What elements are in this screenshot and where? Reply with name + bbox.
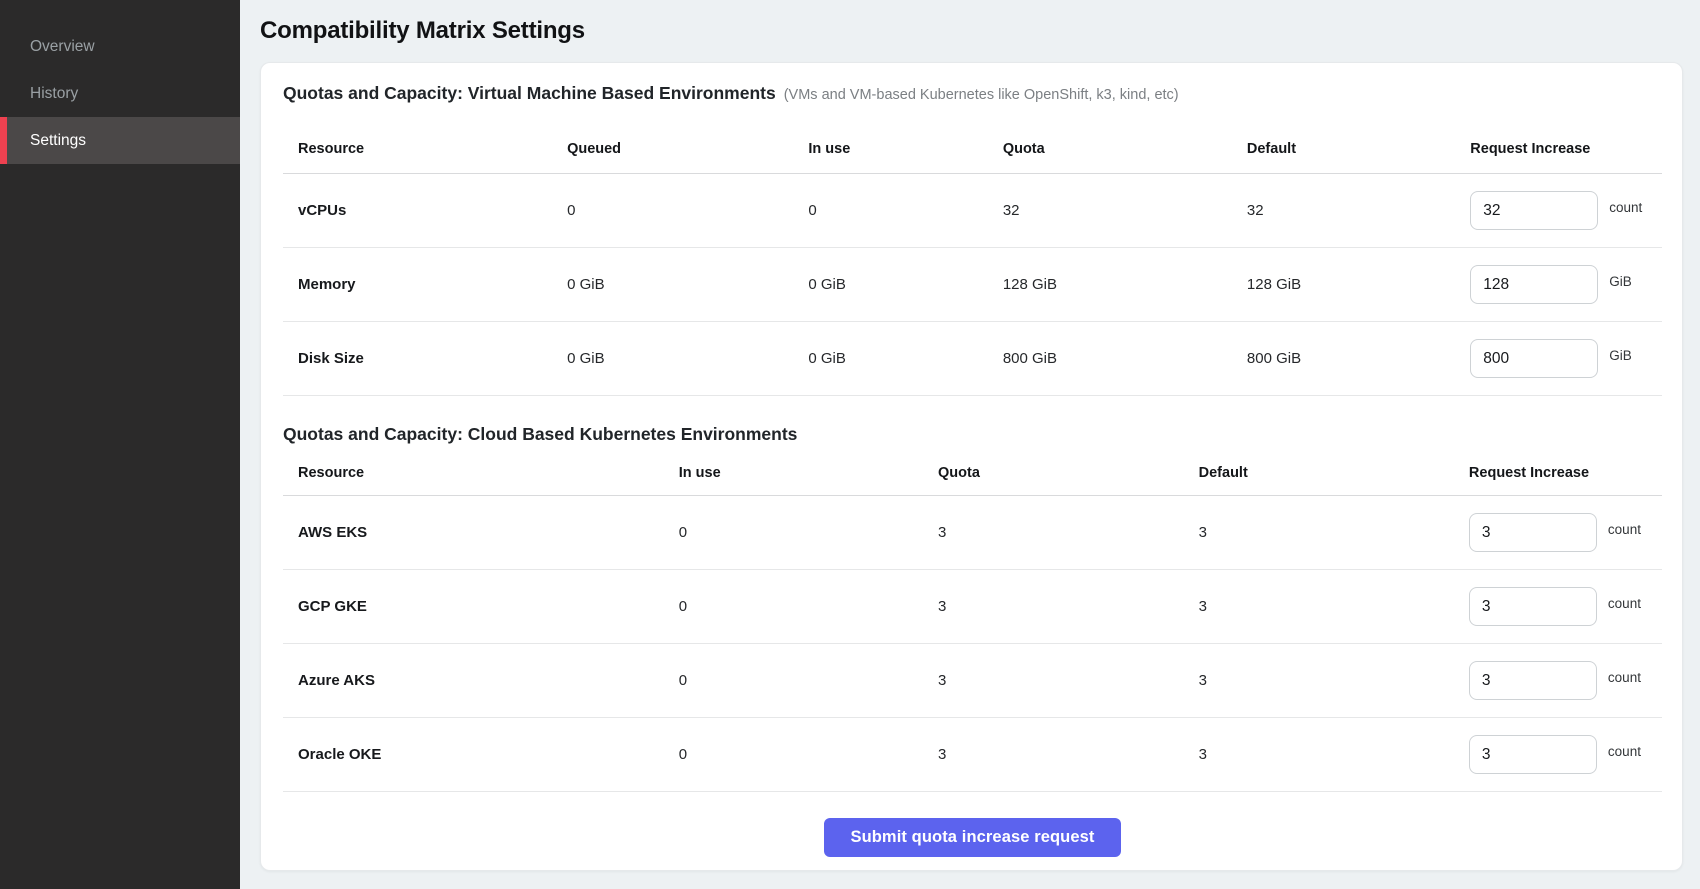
cell-default: 3 [1199,524,1469,541]
unit-label: count [1608,744,1641,759]
sidebar-nav: Overview History Settings [0,0,240,889]
cell-in-use: 0 GiB [808,276,1002,293]
header-cell-quota: Quota [1003,141,1247,157]
header-cell-quota: Quota [938,465,1199,481]
header-cell-resource: Resource [283,141,567,157]
page-title: Compatibility Matrix Settings [260,17,1683,45]
header-cell-request-increase: Request Increase [1470,141,1662,157]
table-row-aws-eks: AWS EKS033count [283,496,1662,570]
cell-default: 128 GiB [1247,276,1470,293]
app-window: Overview History Settings Compatibility Ma… [0,0,1700,889]
cell-resource: Oracle OKE [283,746,679,763]
request-increase-input-aws-eks[interactable] [1469,513,1597,552]
cell-default: 3 [1199,746,1469,763]
cell-request-increase: count [1469,661,1662,700]
cell-default: 3 [1199,598,1469,615]
cell-resource: Azure AKS [283,672,679,689]
cell-request-increase: GiB [1470,265,1662,304]
request-increase-input-disk-size[interactable] [1470,339,1598,378]
header-cell-resource: Resource [283,465,679,481]
cell-quota: 128 GiB [1003,276,1247,293]
header-cell-in-use: In use [679,465,938,481]
sidebar-item-label: Settings [30,132,86,150]
sidebar-item-history[interactable]: History [0,70,240,117]
request-increase-input-oracle-oke[interactable] [1469,735,1597,774]
cell-quota: 3 [938,746,1199,763]
submit-quota-increase-button[interactable]: Submit quota increase request [824,818,1120,857]
table-row-disk-size: Disk Size0 GiB0 GiB800 GiB800 GiBGiB [283,322,1662,396]
table-row-oracle-oke: Oracle OKE033count [283,718,1662,792]
cell-in-use: 0 [679,672,938,689]
cell-queued: 0 GiB [567,350,808,367]
unit-label: count [1609,200,1642,215]
main-content: Compatibility Matrix Settings Quotas and… [240,0,1700,889]
header-cell-default: Default [1247,141,1470,157]
unit-label: count [1608,596,1641,611]
table-header-row: ResourceQueuedIn useQuotaDefaultRequest … [283,107,1662,174]
quota-sections: Quotas and Capacity: Virtual Machine Bas… [283,81,1662,792]
section-heading-row: Quotas and Capacity: Virtual Machine Bas… [283,81,1662,107]
unit-label: GiB [1609,348,1632,363]
section-heading: Quotas and Capacity: Cloud Based Kuberne… [283,424,797,444]
header-cell-in-use: In use [808,141,1002,157]
cell-request-increase: count [1469,735,1662,774]
section-heading-row: Quotas and Capacity: Cloud Based Kuberne… [283,422,1662,448]
cell-quota: 3 [938,524,1199,541]
cell-in-use: 0 [808,202,1002,219]
table-row-vcpus: vCPUs003232count [283,174,1662,248]
unit-label: GiB [1609,274,1632,289]
cell-in-use: 0 [679,746,938,763]
section-vm-environments: Quotas and Capacity: Virtual Machine Bas… [283,81,1662,396]
active-item-accent-bar [0,117,7,164]
cell-queued: 0 [567,202,808,219]
cell-request-increase: count [1469,587,1662,626]
cell-request-increase: count [1470,191,1662,230]
header-cell-request-increase: Request Increase [1469,465,1662,481]
request-increase-input-memory[interactable] [1470,265,1598,304]
cell-in-use: 0 GiB [808,350,1002,367]
unit-label: count [1608,670,1641,685]
request-increase-input-vcpus[interactable] [1470,191,1598,230]
cell-in-use: 0 [679,524,938,541]
header-cell-queued: Queued [567,141,808,157]
cell-request-increase: GiB [1470,339,1662,378]
settings-card: Quotas and Capacity: Virtual Machine Bas… [260,62,1683,871]
section-cloud-kubernetes: Quotas and Capacity: Cloud Based Kuberne… [283,422,1662,792]
sidebar-item-label: Overview [30,38,95,56]
cell-quota: 3 [938,672,1199,689]
sidebar-item-label: History [30,85,78,103]
cell-resource: vCPUs [283,202,567,219]
cell-resource: Disk Size [283,350,567,367]
request-increase-input-azure-aks[interactable] [1469,661,1597,700]
cell-queued: 0 GiB [567,276,808,293]
cell-default: 32 [1247,202,1470,219]
table-row-gcp-gke: GCP GKE033count [283,570,1662,644]
cell-resource: GCP GKE [283,598,679,615]
unit-label: count [1608,522,1641,537]
cell-request-increase: count [1469,513,1662,552]
cell-default: 800 GiB [1247,350,1470,367]
request-increase-input-gcp-gke[interactable] [1469,587,1597,626]
cell-in-use: 0 [679,598,938,615]
header-cell-default: Default [1199,465,1469,481]
table-row-azure-aks: Azure AKS033count [283,644,1662,718]
submit-button-row: Submit quota increase request [283,818,1662,857]
table-row-memory: Memory0 GiB0 GiB128 GiB128 GiBGiB [283,248,1662,322]
cell-resource: AWS EKS [283,524,679,541]
cell-quota: 32 [1003,202,1247,219]
sidebar-item-settings[interactable]: Settings [0,117,240,164]
section-subtitle: (VMs and VM-based Kubernetes like OpenSh… [784,87,1179,103]
table-header-row: ResourceIn useQuotaDefaultRequest Increa… [283,448,1662,496]
cell-resource: Memory [283,276,567,293]
sidebar-item-overview[interactable]: Overview [0,23,240,70]
cell-quota: 3 [938,598,1199,615]
section-heading: Quotas and Capacity: Virtual Machine Bas… [283,83,776,103]
cell-quota: 800 GiB [1003,350,1247,367]
cell-default: 3 [1199,672,1469,689]
